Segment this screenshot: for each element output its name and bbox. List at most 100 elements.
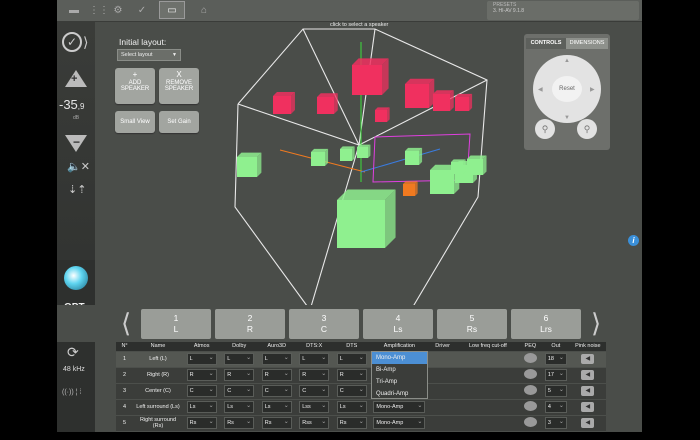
small-view-button[interactable]: Small View [115,111,155,133]
auro-select[interactable]: Ls [261,401,292,413]
speaker-cube[interactable] [405,84,429,108]
chevron-left-icon[interactable]: ⟨ [121,308,131,338]
peq-icon[interactable] [523,369,537,379]
amplification-dropdown-menu[interactable]: Mono-Amp Bi-Amp Tri-Amp Quadri-Amp [371,351,428,399]
speaker-cubes[interactable] [237,58,487,248]
amplification-select[interactable]: Mono-Amp [373,401,426,413]
speaker-cube[interactable] [273,96,291,114]
table-row[interactable]: 3Center (C)CCCCCMono-Amp5◀ [116,382,606,399]
dtsx-select[interactable]: Rss [299,417,330,429]
dolby-select[interactable]: L [224,353,255,365]
logo-icon[interactable]: ✓ [62,32,82,52]
speaker-cube[interactable] [237,157,257,177]
arrow-down-icon[interactable]: ▼ [564,115,570,121]
dts-select[interactable]: Ls [336,401,367,413]
amplification-select[interactable]: Mono-Amp [373,417,426,429]
table-row[interactable]: 2Right (R)RRRRRMono-Amp17◀ [116,366,606,383]
table-row[interactable]: 1Left (L)LLLLLMono-Amp18◀ [116,350,606,367]
speaker-cube[interactable] [357,147,368,158]
remove-speaker-button[interactable]: X REMOVE SPEAKER [159,68,199,104]
dolby-select[interactable]: Rs [224,417,255,429]
dts-select[interactable]: R [336,369,367,381]
grid-icon[interactable]: ⋮⋮ [89,4,109,18]
speaker-cube[interactable] [337,200,385,248]
auro-select[interactable]: Rs [261,417,292,429]
speaker-tab-2[interactable]: 2R [215,309,285,339]
reset-button[interactable]: Reset [552,76,582,102]
speaker-cube[interactable] [375,110,387,122]
speaker-tab-6[interactable]: 6 Lrs [511,309,581,339]
speaker-tab-1[interactable]: 1L [141,309,211,339]
speaker-icon[interactable]: ◀ [581,418,595,428]
output-select[interactable]: 4 [544,401,567,413]
speaker-cube[interactable] [467,159,483,175]
add-speaker-button[interactable]: + ADD SPEAKER [115,68,155,104]
speaker-cube[interactable] [403,184,415,196]
info-icon[interactable]: i [628,235,639,246]
output-select[interactable]: 18 [544,353,567,365]
peq-icon[interactable] [523,385,537,395]
speaker-tab-3[interactable]: 3C [289,309,359,339]
speaker-cube[interactable] [340,149,352,161]
room-icon[interactable]: ⌂ [197,4,211,18]
speaker-cube[interactable] [317,97,334,114]
speaker-icon[interactable]: ◀ [581,386,595,396]
chevron-right-icon[interactable]: ⟩ [83,34,88,51]
speaker-cube[interactable] [455,97,469,111]
output-select[interactable]: 17 [544,369,567,381]
speaker-tab-5[interactable]: 5 Rs [437,309,507,339]
arrow-up-icon[interactable]: ▲ [564,58,570,64]
table-row[interactable]: 5 Right surround (Rs) Rs Rs Rs Rss Rs Mono-Amp 3… [116,414,606,431]
sync-icon[interactable]: ⟳ [67,344,79,361]
speaker-icon[interactable]: ◀ [581,354,595,364]
speaker-icon[interactable]: ◀ [581,370,595,380]
atmos-select[interactable]: C [186,385,217,397]
dtsx-select[interactable]: L [299,353,330,365]
speaker-cube[interactable] [311,152,325,166]
peq-icon[interactable] [523,353,537,363]
amp-option[interactable]: Tri-Amp [372,376,427,388]
atmos-select[interactable]: Rs [186,417,217,429]
dolby-select[interactable]: Ls [224,401,255,413]
table-row[interactable]: 4 Left surround (Ls) Ls Ls Ls Lss Ls Mono-Amp 4 ◀ [116,398,606,415]
arrow-left-icon[interactable]: ◀ [538,86,543,93]
zoom-out-icon[interactable]: ⚲ [535,119,555,139]
dtsx-select[interactable]: Lss [299,401,330,413]
speaker-cube[interactable] [352,65,382,95]
gear-icon[interactable]: ⚙ [111,4,125,18]
dtsx-select[interactable]: C [299,385,330,397]
planet-icon[interactable] [64,266,88,290]
auro-select[interactable]: L [261,353,292,365]
speaker-cube[interactable] [433,94,450,111]
dts-select[interactable]: Rs [336,417,367,429]
mute-icon[interactable]: 🔈✕ [67,160,90,173]
speaker-cube[interactable] [451,162,463,174]
set-gain-button[interactable]: Set Gain [159,111,199,133]
tab-controls[interactable]: CONTROLS [526,38,566,49]
peq-icon[interactable] [523,417,537,427]
amp-option[interactable]: Mono-Amp [372,352,427,364]
dts-select[interactable]: L [336,353,367,365]
amp-option[interactable]: Bi-Amp [372,364,427,376]
output-select[interactable]: 5 [544,385,567,397]
dtsx-select[interactable]: R [299,369,330,381]
speaker-icon[interactable]: ◀ [581,402,595,412]
speaker-cube[interactable] [405,151,419,165]
speaker-cube[interactable] [430,170,454,194]
atmos-select[interactable]: R [186,369,217,381]
speaker-tab-4[interactable]: 4 Ls [363,309,433,339]
dolby-select[interactable]: C [224,385,255,397]
check-icon[interactable]: ✓ [135,4,149,18]
auro-select[interactable]: C [261,385,292,397]
peq-icon[interactable] [523,401,537,411]
tab-dimensions[interactable]: DIMENSIONS [566,38,608,49]
layout-select[interactable]: Select layout ▼ [117,49,181,61]
home-icon[interactable]: ▬ [67,4,81,18]
dts-select[interactable]: C [336,385,367,397]
output-select[interactable]: 3 [544,417,567,429]
chevron-right-icon[interactable]: ⟩ [591,308,601,338]
split-arrows-icon[interactable]: ⇣⇡ [68,183,86,196]
atmos-select[interactable]: Ls [186,401,217,413]
auro-select[interactable]: R [261,369,292,381]
dolby-select[interactable]: R [224,369,255,381]
